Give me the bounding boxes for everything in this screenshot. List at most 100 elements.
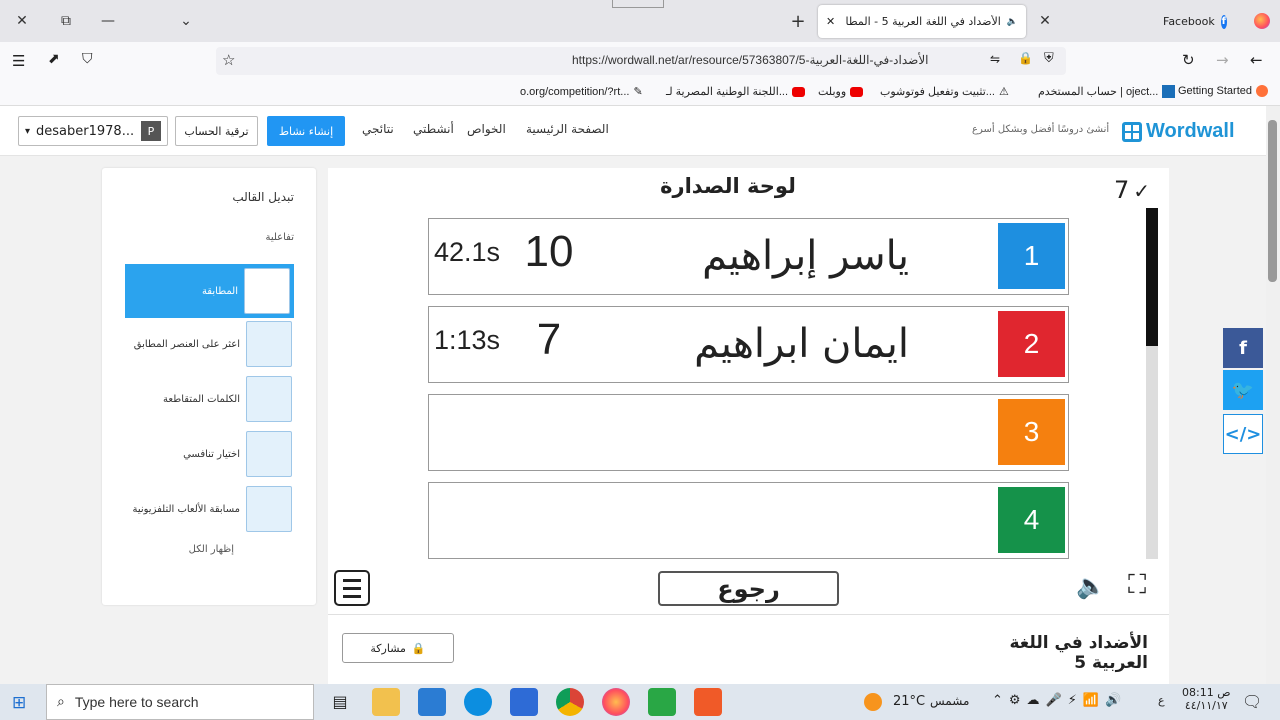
create-activity-button[interactable]: إنشاء نشاط: [267, 116, 345, 146]
weather-icon[interactable]: [864, 693, 882, 711]
nav-home[interactable]: الصفحة الرئيسية: [526, 122, 609, 136]
permissions-icon[interactable]: ⇋: [990, 52, 1000, 66]
back-button[interactable]: رجوع: [658, 571, 839, 606]
template-find-match[interactable]: اعثر على العنصر المطابق: [112, 320, 292, 368]
template-crossword[interactable]: الكلمات المتقاطعة: [112, 375, 292, 423]
fullscreen-icon[interactable]: ⛶: [1128, 570, 1146, 601]
list-tabs-button[interactable]: ⌄: [164, 0, 208, 42]
store-icon[interactable]: [510, 688, 538, 716]
share-button[interactable]: مشاركة 🔒: [342, 633, 454, 663]
embed-button[interactable]: </>: [1223, 414, 1263, 454]
forward-icon[interactable]: →: [1216, 51, 1229, 69]
address-bar[interactable]: ☆ https://wordwall.net/ar/resource/57363…: [216, 47, 1066, 75]
edge-icon[interactable]: [464, 688, 492, 716]
firefox-icon[interactable]: [602, 688, 630, 716]
tagline: أنشئ دروسًا أفضل وبشكل أسرع: [972, 124, 1110, 135]
facebook-share-button[interactable]: f: [1223, 328, 1263, 368]
user-menu[interactable]: ▾ desaber1978... P: [18, 116, 168, 146]
firefox-icon: [1254, 13, 1270, 29]
bookmark-item[interactable]: o.org/competition/?rt... ✎: [520, 85, 643, 99]
crossword-thumbnail: [246, 376, 292, 422]
folder-icon: [1162, 85, 1176, 98]
firefox-menu-button[interactable]: [1240, 0, 1280, 42]
rank-badge: 3: [998, 399, 1065, 465]
nav-my-results[interactable]: نتائجي: [362, 122, 394, 136]
rank-badge: 4: [998, 487, 1065, 553]
weather-text[interactable]: مشمس: [930, 694, 969, 708]
wordwall-logo[interactable]: Wordwall: [1122, 120, 1235, 143]
nav-features[interactable]: الخواص: [467, 122, 506, 136]
section-label: تفاعلية: [265, 232, 294, 243]
activity-info: الأضداد في اللغة العربية 5 مشاركة 🔒: [328, 614, 1169, 684]
bookmark-star-icon[interactable]: ☆: [222, 51, 235, 69]
tab-close-icon[interactable]: ✕: [826, 15, 835, 28]
task-view-icon[interactable]: ▤: [326, 688, 354, 716]
reload-icon[interactable]: ↻: [1182, 51, 1195, 69]
sound-icon[interactable]: 🔈: [1076, 572, 1106, 600]
windows-taskbar: ⊞ ⌕ Type here to search ▤ 21°C مشمس ⌃⚙☁🎤…: [0, 684, 1280, 720]
bookmark-label: اللجنة الوطنية المصرية لـ...: [666, 86, 788, 98]
file-explorer-icon[interactable]: [372, 688, 400, 716]
close-icon: ✕: [16, 13, 28, 29]
bookmark-label: o.org/competition/?rt...: [520, 85, 630, 98]
search-icon: ⌕: [57, 694, 65, 710]
menu-button[interactable]: [334, 570, 370, 606]
scroll-thumb[interactable]: [1146, 208, 1158, 346]
bookmark-item[interactable]: اللجنة الوطنية المصرية لـ...: [666, 85, 805, 98]
player-name: ياسر إبراهيم: [702, 233, 909, 279]
chrome-icon[interactable]: [556, 688, 584, 716]
restore-window-button[interactable]: ⧉: [44, 0, 88, 42]
player-score: 7: [536, 315, 562, 364]
leaderboard-row: 1 ياسر إبراهيم 10 42.1s: [428, 218, 1069, 295]
bookmark-label: حساب المستخدم | oject...: [1038, 86, 1159, 98]
bookmark-item[interactable]: Getting Started: [1178, 85, 1268, 97]
camtasia-icon[interactable]: [648, 688, 676, 716]
nav-my-activities[interactable]: أنشطتي: [413, 122, 454, 136]
check-icon: ✓: [1133, 179, 1151, 203]
template-quiz[interactable]: اختيار تنافسي: [112, 430, 292, 478]
bookmark-label: Getting Started: [1178, 85, 1252, 97]
mail-icon[interactable]: [418, 688, 446, 716]
close-tab-button[interactable]: ✕: [1023, 0, 1067, 42]
language-indicator[interactable]: ع: [1158, 694, 1165, 707]
clock-time: 08:11 ص: [1182, 686, 1231, 699]
youtube-icon: [850, 86, 864, 97]
temperature[interactable]: 21°C: [893, 694, 925, 709]
recorder-icon[interactable]: [694, 688, 722, 716]
windows-start-icon[interactable]: ⊞: [12, 693, 26, 713]
clock[interactable]: 08:11 ص ٤٤/١١/١٧: [1182, 686, 1231, 712]
upgrade-account-button[interactable]: ترقية الحساب: [175, 116, 258, 146]
shield-icon[interactable]: ⛨: [1044, 51, 1054, 66]
show-all-link[interactable]: إظهار الكل: [189, 544, 234, 555]
system-tray-icons[interactable]: ⌃⚙☁🎤⚡📶🔊: [992, 693, 1127, 708]
template-gameshow[interactable]: مسابقة الألعاب التلفزيونية: [112, 485, 292, 533]
back-icon[interactable]: ←: [1250, 51, 1263, 69]
code-icon: </>: [1224, 423, 1262, 445]
bookmark-item[interactable]: تثبيت وتفعيل فوتوشوب... ⚠: [880, 85, 1009, 98]
close-window-button[interactable]: ✕: [0, 0, 44, 42]
rank-badge: 2: [998, 311, 1065, 377]
twitter-share-button[interactable]: 🐦: [1223, 370, 1263, 410]
leaderboard-scrollbar[interactable]: [1146, 208, 1158, 559]
wordwall-logo-icon: [1122, 121, 1142, 142]
new-tab-button[interactable]: +: [776, 0, 820, 42]
minimize-window-button[interactable]: —: [86, 0, 130, 42]
page-scrollbar[interactable]: [1266, 106, 1280, 684]
extensions-icon[interactable]: ⬈: [48, 51, 60, 67]
menu-icon[interactable]: ☰: [12, 52, 25, 70]
player-name: ايمان ابراهيم: [694, 321, 909, 367]
speaker-icon: 🔈: [1006, 16, 1018, 27]
pocket-icon[interactable]: ⛉: [82, 51, 93, 67]
scroll-thumb[interactable]: [1268, 120, 1277, 282]
twitter-icon: 🐦: [1231, 379, 1255, 401]
facebook-icon: f: [1239, 337, 1247, 359]
search-box[interactable]: ⌕ Type here to search: [46, 684, 314, 720]
bookmark-item[interactable]: حساب المستخدم | oject...: [1038, 85, 1176, 98]
lock-icon[interactable]: 🔒: [1018, 51, 1033, 65]
tab-wordwall[interactable]: 🔈 الأضداد في اللغة العربية 5 - المطا ✕: [818, 5, 1026, 38]
template-matching[interactable]: المطابقة: [125, 264, 294, 318]
notifications-icon[interactable]: 🗨: [1242, 692, 1262, 711]
tab-facebook[interactable]: Facebook f: [1155, 5, 1235, 38]
drag-handle[interactable]: [612, 0, 664, 8]
bookmark-item[interactable]: ووبلت: [818, 85, 864, 98]
